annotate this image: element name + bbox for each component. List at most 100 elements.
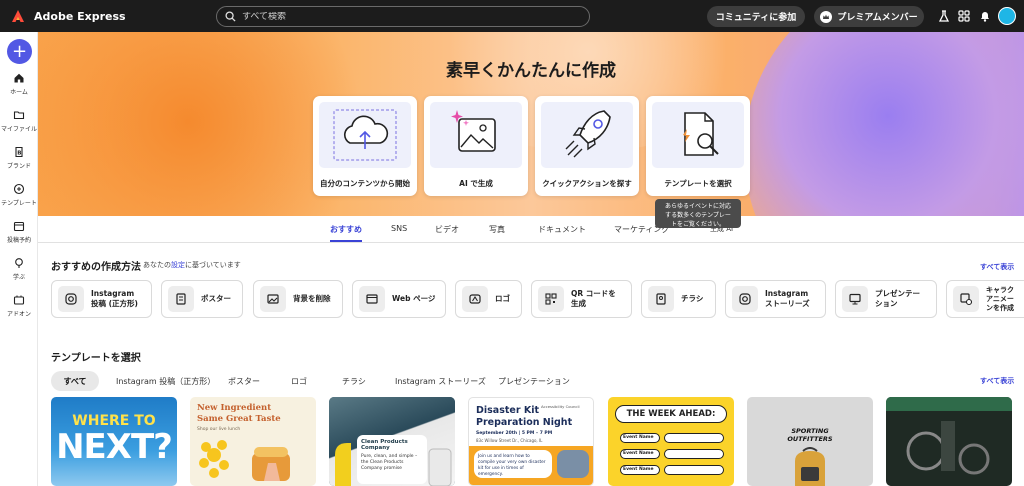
sidebar: + ホーム マイファイル B ブランド テンプレート 投稿予約 学ぶ アドオン	[0, 32, 38, 486]
template-photo	[557, 450, 589, 478]
chip-label: QR コードを 生成	[571, 289, 616, 308]
quick-card-quick-actions[interactable]: クイックアクションを探す	[535, 96, 639, 196]
chip-flyer[interactable]: チラシ	[641, 280, 716, 318]
template-card-new-ingredient[interactable]: New Ingredient Same Great Taste Shop our…	[190, 397, 316, 486]
sidebar-item-addons[interactable]: アドオン	[0, 294, 38, 318]
apps-grid-icon[interactable]	[957, 9, 971, 23]
home-icon	[14, 73, 24, 83]
search-input[interactable]	[242, 11, 542, 22]
tab-video[interactable]: ビデオ	[435, 224, 459, 235]
settings-link[interactable]: 設定	[171, 261, 185, 269]
avatar[interactable]	[998, 7, 1016, 25]
template-text: Join us and learn how to compile your ve…	[474, 450, 552, 478]
search-icon	[225, 11, 236, 22]
sidebar-item-brand[interactable]: B ブランド	[0, 146, 38, 170]
chip-label: Web ページ	[392, 294, 436, 303]
quick-card-label: テンプレートを選択	[664, 179, 732, 188]
chip-label: ロゴ	[495, 294, 510, 303]
premium-crown-icon	[820, 10, 833, 23]
template-text: September 20th | 5 PM – 7 PM	[476, 431, 553, 436]
chip-label: 背景を削除	[293, 294, 331, 303]
filter-instagram-post[interactable]: Instagram 投稿（正方形）	[116, 371, 215, 391]
template-text: THE WEEK AHEAD:	[626, 409, 716, 419]
join-community-button[interactable]: コミュニティに参加	[707, 6, 805, 27]
sidebar-item-templates[interactable]: テンプレート	[0, 183, 38, 207]
recommended-see-all-link[interactable]: すべて表示	[980, 262, 1014, 272]
template-card-sporting-outfitters[interactable]: SPORTING OUTFITTERS	[747, 397, 873, 486]
chip-qr-code[interactable]: QR コードを 生成	[531, 280, 632, 318]
sidebar-item-label: マイファイル	[0, 126, 37, 133]
app-logo[interactable]: Adobe Express	[10, 8, 126, 24]
tab-sns[interactable]: SNS	[391, 224, 407, 233]
template-tooltip: あらゆるイベントに対応 する数多くのテンプレー トをご覧ください。	[655, 199, 741, 228]
sidebar-item-label: ホーム	[10, 89, 28, 96]
chip-remove-background[interactable]: 背景を削除	[253, 280, 343, 318]
sidebar-item-schedule[interactable]: 投稿予約	[0, 220, 38, 244]
sidebar-item-learn[interactable]: 学ぶ	[0, 257, 38, 281]
template-text: Event Name	[623, 467, 654, 472]
create-new-button[interactable]: +	[7, 39, 32, 64]
learn-icon	[15, 258, 23, 268]
tooltip-line: する数多くのテンプレー	[665, 212, 731, 219]
chip-character-animate[interactable]: キャラク アニメー ンを作成	[946, 280, 1024, 318]
filter-presentation[interactable]: プレゼンテーション	[498, 371, 570, 391]
templates-see-all-link[interactable]: すべて表示	[980, 376, 1014, 386]
brand-icon: B	[15, 146, 23, 158]
calendar-icon	[13, 221, 25, 232]
template-card-where-to-next[interactable]: WHERE TO NEXT?	[51, 397, 177, 486]
template-text: Disaster Kit	[476, 405, 539, 416]
quick-card-own-content[interactable]: 自分のコンテンツから開始	[313, 96, 417, 196]
instagram-icon	[65, 293, 77, 305]
tab-recommended[interactable]: おすすめ	[330, 224, 362, 235]
filter-flyer[interactable]: チラシ	[342, 371, 366, 391]
filter-poster[interactable]: ポスター	[228, 371, 260, 391]
flyer-icon	[656, 293, 666, 305]
template-text: Event Name	[623, 451, 654, 456]
quick-card-label: AI で生成	[459, 179, 493, 188]
svg-text:B: B	[17, 151, 21, 157]
chip-label: チラシ	[681, 294, 704, 303]
bell-icon[interactable]	[978, 9, 992, 23]
sidebar-item-home[interactable]: ホーム	[0, 72, 38, 96]
template-text: New Ingredient	[197, 403, 272, 413]
category-tabs: おすすめ SNS ビデオ 写真 ドキュメント マーケティング 生成 AI	[38, 216, 1024, 243]
chip-label: Instagram 投稿 (正方形)	[91, 289, 138, 308]
template-text: Event Name	[623, 435, 654, 440]
chip-label: キャラク アニメー ンを作成	[986, 285, 1014, 312]
rocket-icon	[565, 110, 611, 158]
tab-document[interactable]: ドキュメント	[538, 224, 586, 235]
template-card-dark-photo[interactable]	[886, 397, 1012, 486]
search-box[interactable]	[216, 6, 590, 27]
template-text: Pure, clean, and simple – the Clean Prod…	[361, 454, 418, 471]
template-search-icon	[683, 112, 719, 156]
webpage-icon	[366, 294, 378, 304]
flask-icon[interactable]	[937, 9, 951, 23]
filter-instagram-stories[interactable]: Instagram ストーリーズ	[395, 371, 486, 391]
template-card-clean-products[interactable]: Clean Products Company Pure, clean, and …	[329, 397, 455, 486]
premium-member-button[interactable]: プレミアムメンバー	[814, 6, 924, 27]
template-card-disaster-kit[interactable]: Accessibility Council Disaster Kit Prepa…	[468, 397, 594, 486]
upload-cloud-icon	[333, 109, 397, 161]
chip-instagram-post[interactable]: Instagram 投稿 (正方形)	[51, 280, 152, 318]
presentation-icon	[849, 293, 861, 305]
chip-poster[interactable]: ポスター	[161, 280, 243, 318]
templates-title: テンプレートを選択	[51, 353, 141, 364]
remove-bg-icon	[267, 294, 279, 304]
instagram-icon	[739, 293, 751, 305]
filter-all[interactable]: すべて	[51, 371, 99, 391]
template-card-week-ahead[interactable]: THE WEEK AHEAD: Event Name Event Name Ev…	[608, 397, 734, 486]
template-info-box: Clean Products Company Pure, clean, and …	[357, 435, 427, 484]
poster-icon	[176, 293, 186, 305]
template-text: Company	[361, 445, 390, 451]
quick-card-choose-template[interactable]: テンプレートを選択	[646, 96, 750, 196]
quick-card-label: クイックアクションを探す	[542, 179, 632, 188]
chip-web-page[interactable]: Web ページ	[352, 280, 446, 318]
chip-label: ポスター	[201, 294, 231, 303]
filter-logo[interactable]: ロゴ	[291, 371, 307, 391]
chip-presentation[interactable]: プレゼンテー ション	[835, 280, 937, 318]
chip-logo[interactable]: ロゴ	[455, 280, 522, 318]
sidebar-item-my-files[interactable]: マイファイル	[0, 109, 38, 133]
quick-card-ai-generate[interactable]: AI で生成	[424, 96, 528, 196]
chip-instagram-stories[interactable]: Instagram ストーリーズ	[725, 280, 826, 318]
tab-photo[interactable]: 写真	[489, 224, 505, 235]
